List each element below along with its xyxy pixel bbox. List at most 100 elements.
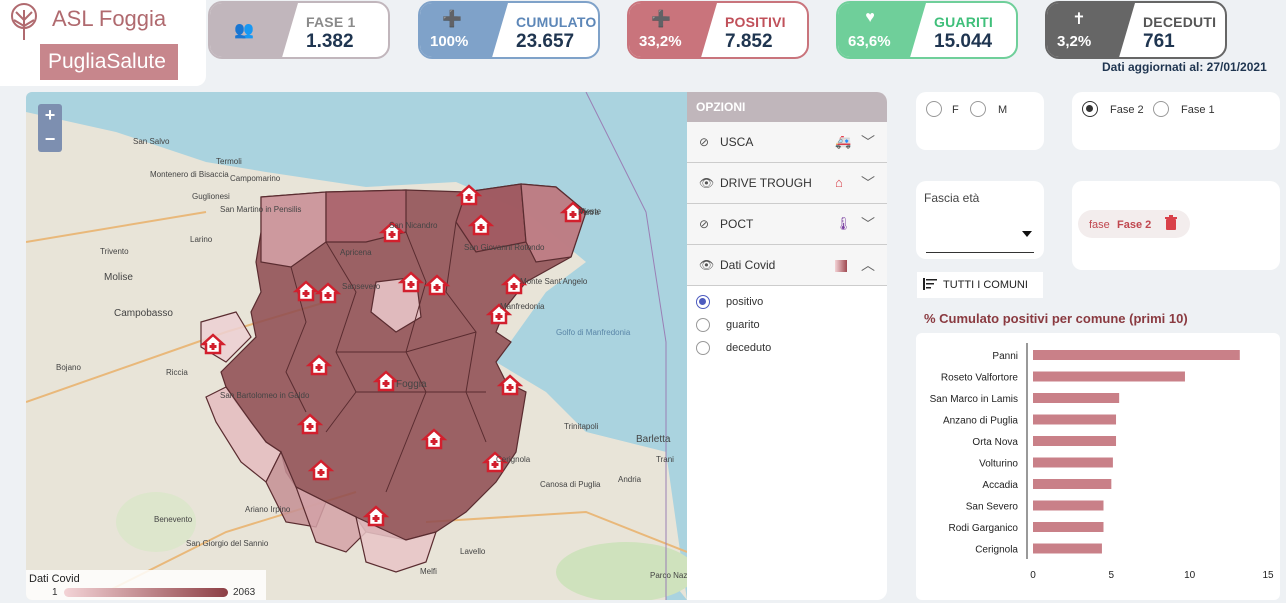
map-place-label: Canosa di Puglia [540, 480, 601, 489]
gradient-swatch-icon [835, 260, 847, 272]
map-place-label: Lavello [460, 547, 486, 556]
map-place-label: Pietra [578, 208, 599, 217]
map-canvas[interactable]: ViesteSan SalvoTermoliCampomarinoMontene… [26, 92, 687, 600]
bar-category-label: Orta Nova [972, 437, 1018, 448]
layer-row-drive-trough[interactable]: 👁 DRIVE TROUGH ⌂ ﹀ [687, 163, 887, 204]
stat-card-value: 761 [1143, 31, 1175, 52]
stat-card-percent: 33,2% [639, 33, 682, 50]
chevron-down-icon[interactable]: ﹀ [861, 132, 875, 152]
bar-category-label: Panni [992, 351, 1018, 362]
chevron-up-icon[interactable]: ︿ [861, 255, 875, 275]
map-place-label: Molise [104, 272, 133, 283]
stat-card-percent: 100% [430, 33, 469, 50]
zoom-control: + − [38, 104, 62, 152]
radio-f[interactable] [926, 101, 942, 117]
logo-title: ASL Foggia [52, 6, 167, 31]
stat-card-value: 23.657 [516, 31, 575, 52]
bar[interactable] [1033, 350, 1240, 360]
stat-card-deceduti: ✝ 3,2% DECEDUTI 761 [1045, 1, 1227, 59]
layer-label: DRIVE TROUGH [720, 176, 812, 190]
bar-chart-svg: Panni Roseto Valfortore San Marco in Lamis… [930, 343, 1274, 581]
stat-card-label: POSITIVI [725, 14, 786, 30]
zoom-out-button[interactable]: − [38, 128, 62, 152]
layer-row-usca[interactable]: ⊘ USCA 🚑 ﹀ [687, 122, 887, 163]
bar[interactable] [1033, 457, 1113, 468]
eye-icon[interactable]: 👁 [699, 176, 715, 190]
radio-positivo[interactable] [696, 295, 710, 309]
bar[interactable] [1033, 479, 1112, 489]
map-place-label: Andria [618, 475, 642, 484]
eye-off-icon[interactable]: ⊘ [699, 135, 715, 149]
logo-subtitle: PugliaSalute [40, 44, 178, 80]
map-place-label: San Giorgio del Sannio [186, 539, 269, 548]
map-legend: Dati Covid 1 2063 [26, 570, 266, 600]
stat-card-value: 15.044 [934, 31, 993, 52]
map-place-label: Monte Sant'Angelo [520, 277, 588, 286]
covid-map[interactable]: Vieste San Salvo Termoli Campomarino Montene… [26, 92, 687, 600]
radio-m-label: M [998, 104, 1008, 116]
asl-logo: ASL Foggia PugliaSalute [0, 0, 206, 86]
map-place-label: Larino [190, 235, 213, 244]
layer-row-poct[interactable]: ⊘ POCT 🌡 ﹀ [687, 204, 887, 245]
metric-label: guarito [726, 319, 760, 331]
map-place-label: Trani [656, 455, 674, 464]
radio-fase-1[interactable] [1153, 101, 1169, 117]
bar-category-label: Cerignola [975, 545, 1018, 556]
bar-category-label: San Marco in Lamis [930, 394, 1018, 405]
chevron-down-icon[interactable]: ﹀ [861, 214, 875, 234]
stat-card-value: 7.852 [725, 31, 773, 52]
bar[interactable] [1033, 436, 1117, 446]
metric-label: positivo [726, 296, 764, 308]
map-place-label: Trinitapoli [564, 422, 599, 431]
update-date: Dati aggiornati al: 27/01/2021 [1102, 60, 1267, 74]
bar[interactable] [1033, 414, 1117, 425]
map-place-label: Termoli [216, 157, 242, 166]
bar-category-label: Accadia [982, 480, 1018, 491]
trash-icon[interactable] [1164, 215, 1178, 231]
radio-fase-1-label: Fase 1 [1181, 104, 1215, 116]
options-header: OPZIONI [687, 92, 887, 122]
layer-label: POCT [720, 217, 754, 231]
legend-max: 2063 [233, 587, 256, 598]
bar-chart: Panni Roseto Valfortore San Marco in Lamis… [916, 333, 1280, 600]
legend-min: 1 [52, 587, 58, 598]
bar[interactable] [1033, 543, 1102, 554]
bar[interactable] [1033, 500, 1104, 511]
age-filter-label: Fascia età [924, 191, 980, 205]
radio-fase-2-label: Fase 2 [1110, 104, 1144, 116]
map-place-label: Golfo di Manfredonia [556, 328, 631, 337]
bar-category-label: Roseto Valfortore [941, 373, 1019, 384]
radio-deceduto[interactable] [696, 341, 710, 355]
stat-card-label: CUMULATO [516, 14, 597, 30]
map-place-label: Montenero di Bisaccia [150, 170, 229, 179]
map-place-label: Parco Nazionale dell'Alta Murgia [650, 571, 687, 580]
metric-option-deceduto[interactable]: deceduto [687, 338, 887, 361]
zoom-in-button[interactable]: + [38, 104, 62, 128]
stat-card-fase1: 👥 FASE 1 1.382 [208, 1, 390, 59]
sort-lines-icon [923, 278, 937, 290]
radio-m[interactable] [970, 101, 986, 117]
layer-row-dati-covid[interactable]: 👁 Dati Covid ︿ [687, 245, 887, 286]
map-place-label: Campobasso [114, 308, 173, 319]
radio-guarito[interactable] [696, 318, 710, 332]
all-comuni-label: TUTTI I COMUNI [943, 279, 1028, 291]
bar[interactable] [1033, 393, 1120, 403]
chevron-down-icon[interactable]: ﹀ [861, 173, 875, 193]
tree-logo-icon [11, 3, 37, 40]
eye-off-icon[interactable]: ⊘ [699, 217, 715, 231]
bar[interactable] [1033, 522, 1104, 532]
age-select[interactable] [926, 217, 1034, 253]
chip-value: Fase 2 [1117, 219, 1152, 231]
bar-category-label: Volturino [979, 459, 1018, 470]
metric-option-positivo[interactable]: positivo [687, 292, 887, 315]
all-comuni-button[interactable]: TUTTI I COMUNI [917, 272, 1043, 298]
bar[interactable] [1033, 371, 1185, 382]
eye-icon[interactable]: 👁 [699, 258, 715, 272]
layer-label: Dati Covid [720, 258, 776, 272]
stat-card-accent [210, 3, 298, 57]
cross-icon: ✝ [1072, 11, 1086, 28]
stat-card-percent: 63,6% [848, 33, 891, 50]
metric-option-guarito[interactable]: guarito [687, 315, 887, 338]
radio-fase-2[interactable] [1082, 101, 1098, 117]
user-plus-icon: ➕ [442, 11, 462, 28]
